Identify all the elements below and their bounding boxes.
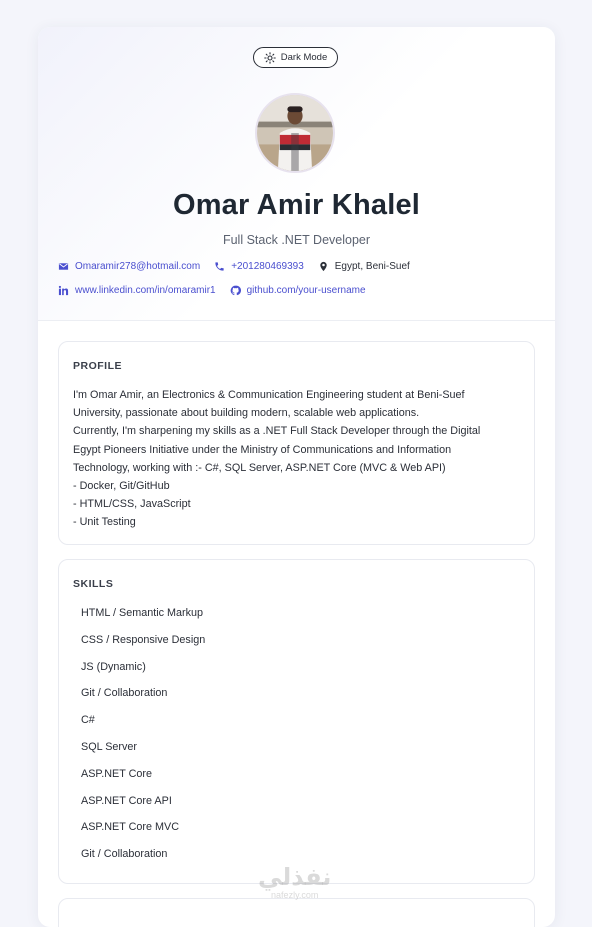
watermark-text: نفذلي <box>258 864 332 891</box>
skills-section: SKILLS HTML / Semantic Markup CSS / Resp… <box>58 559 535 884</box>
github-link[interactable]: github.com/your-username <box>247 285 366 296</box>
profile-text: I'm Omar Amir, an Electronics & Communic… <box>73 386 520 532</box>
profile-line: I'm Omar Amir, an Electronics & Communic… <box>73 389 465 401</box>
profile-line: - HTML/CSS, JavaScript <box>73 498 191 511</box>
skill-item: HTML / Semantic Markup <box>81 607 203 619</box>
skill-item: ASP.NET Core API <box>81 794 172 807</box>
avatar <box>255 93 335 173</box>
contact-row-links: www.linkedin.com/in/omaramir1 github.com… <box>58 285 380 296</box>
contact-location: Egypt, Beni-Suef <box>318 261 410 272</box>
watermark-site: nafezly.com <box>271 890 319 900</box>
profile-header: Dark Mode Omar Amir Khalel Full Stack .N… <box>38 27 555 321</box>
skills-list: HTML / Semantic Markup CSS / Responsive … <box>73 604 520 872</box>
contact-row-primary: Omaramir278@hotmail.com +201280469393 Eg… <box>58 261 424 272</box>
linkedin-link[interactable]: www.linkedin.com/in/omaramir1 <box>75 285 216 296</box>
contact-linkedin: www.linkedin.com/in/omaramir1 <box>58 285 216 296</box>
dark-mode-toggle[interactable]: Dark Mode <box>253 47 338 68</box>
skills-heading: SKILLS <box>73 578 114 590</box>
profile-line: Egypt Pioneers Initiative under the Mini… <box>73 443 452 456</box>
resume-card: Dark Mode Omar Amir Khalel Full Stack .N… <box>38 27 555 927</box>
skill-item: CSS / Responsive Design <box>81 633 206 646</box>
dark-mode-label: Dark Mode <box>280 52 328 63</box>
location-pin-icon <box>320 261 327 272</box>
next-section <box>58 898 535 927</box>
skill-item: ASP.NET Core MVC <box>81 821 180 834</box>
skill-item: SQL Server <box>81 740 138 753</box>
sun-icon <box>263 51 276 64</box>
email-link[interactable]: Omaramir278@hotmail.com <box>75 261 200 272</box>
email-icon <box>58 263 69 270</box>
watermark-logo: نفذلي nafezly.com <box>258 864 332 901</box>
profile-name: Omar Amir Khalel <box>172 189 421 221</box>
phone-icon <box>215 262 224 271</box>
skill-item: JS (Dynamic) <box>81 660 146 673</box>
skill-item: Git / Collaboration <box>81 687 168 700</box>
skill-item: C# <box>81 714 95 727</box>
profile-line: - Docker, Git/GitHub <box>73 480 170 493</box>
profile-line: Currently, I'm sharpening my skills as a… <box>73 425 481 438</box>
contact-email: Omaramir278@hotmail.com <box>58 261 200 272</box>
profile-line: - Unit Testing <box>73 516 136 529</box>
linkedin-icon <box>58 285 69 296</box>
contact-phone: +201280469393 <box>214 261 304 272</box>
profile-line: Technology, working with :- C#, SQL Serv… <box>73 461 446 474</box>
phone-link[interactable]: +201280469393 <box>231 261 304 272</box>
profile-heading: PROFILE <box>73 360 123 372</box>
skill-item: ASP.NET Core <box>81 767 153 780</box>
contact-github: github.com/your-username <box>230 285 366 296</box>
profile-section: PROFILE I'm Omar Amir, an Electronics & … <box>58 341 535 545</box>
location-text: Egypt, Beni-Suef <box>334 261 410 272</box>
profile-line: University, passionate about building mo… <box>73 407 420 420</box>
profile-title: Full Stack .NET Developer <box>222 233 371 247</box>
github-icon <box>230 285 241 296</box>
